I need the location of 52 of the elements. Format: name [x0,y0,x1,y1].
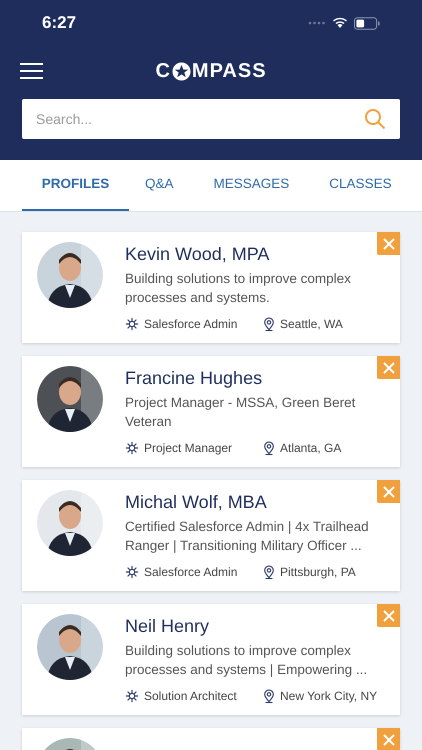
location-label: New York City, NY [280,688,378,705]
network-icon [125,565,139,579]
network-icon [125,441,139,455]
close-button[interactable] [377,728,400,750]
location-pin-icon [263,564,275,580]
close-icon [382,362,394,374]
profile-name: Kevin Wood, MPA [125,243,270,265]
profile-headline: Project Manager - MSSA, Green Beret Veteran [125,394,356,431]
close-icon [382,610,394,622]
profile-name: Francine Hughes [125,367,264,389]
close-button[interactable] [377,232,400,255]
tab[interactable]: PROFILES [22,160,129,211]
profile-card[interactable]: Michal Wolf, MBA Certified Salesforce Admin | 4x Trailhead Ranger | Transitioning Military Officer ... Salesforce Admin Pittsburgh, PA [22,480,400,591]
location-pin-icon [263,440,275,456]
search-input[interactable]: Search... [36,108,364,130]
profile-name: Michal Wolf, MBA [125,491,268,513]
profile-card[interactable]: Kevin Wood, MPA Building solutions to improve complex processes and systems. Salesforce Admin Seattle, WA [22,232,400,343]
signal-icon [308,21,326,25]
tab[interactable]: Q&A [129,160,190,211]
location-pin-icon [263,688,275,704]
wifi-icon [332,17,348,29]
battery-icon [354,16,380,30]
close-icon [382,238,394,250]
location-label: Seattle, WA [280,316,343,333]
logo-text: C [155,59,171,84]
close-button[interactable] [377,480,400,503]
role-label: Solution Architect [144,688,237,705]
role-label: Salesforce Admin [144,316,238,333]
close-button[interactable] [377,604,400,627]
close-icon [382,486,394,498]
search-field[interactable]: Search... [22,99,400,139]
location-label: Pittsburgh, PA [280,564,356,581]
profile-card[interactable]: Neil Henry Building solutions to improve complex processes and systems | Empowering ... Solution Architect New York City, NY [22,604,400,715]
tab[interactable]: MESSAGES [198,160,306,211]
network-icon [125,317,139,331]
profile-card[interactable]: Francine Hughes Project Manager - MSSA, Green Beret Veteran Project Manager Atlanta, GA [22,356,400,467]
location-pin-icon [263,316,275,332]
close-icon [382,734,394,746]
location-label: Atlanta, GA [280,440,342,457]
profile-name: Neil Henry [125,615,210,637]
tab[interactable]: CLASSES [313,160,408,211]
logo-text: MPASS [192,59,267,84]
profile-headline: Building solutions to improve complex processes and systems. [125,270,352,307]
profile-headline: Building solutions to improve complex processes and systems | Empowering ... [125,642,368,679]
role-label: Project Manager [144,440,232,457]
network-icon [125,689,139,703]
search-icon [364,108,386,130]
menu-button[interactable] [20,63,43,79]
role-label: Salesforce Admin [144,564,238,581]
status-time: 6:27 [42,12,76,34]
profile-headline: Certified Salesforce Admin | 4x Trailhead Ranger | Transitioning Military Officer ... [125,518,370,555]
close-button[interactable] [377,356,400,379]
